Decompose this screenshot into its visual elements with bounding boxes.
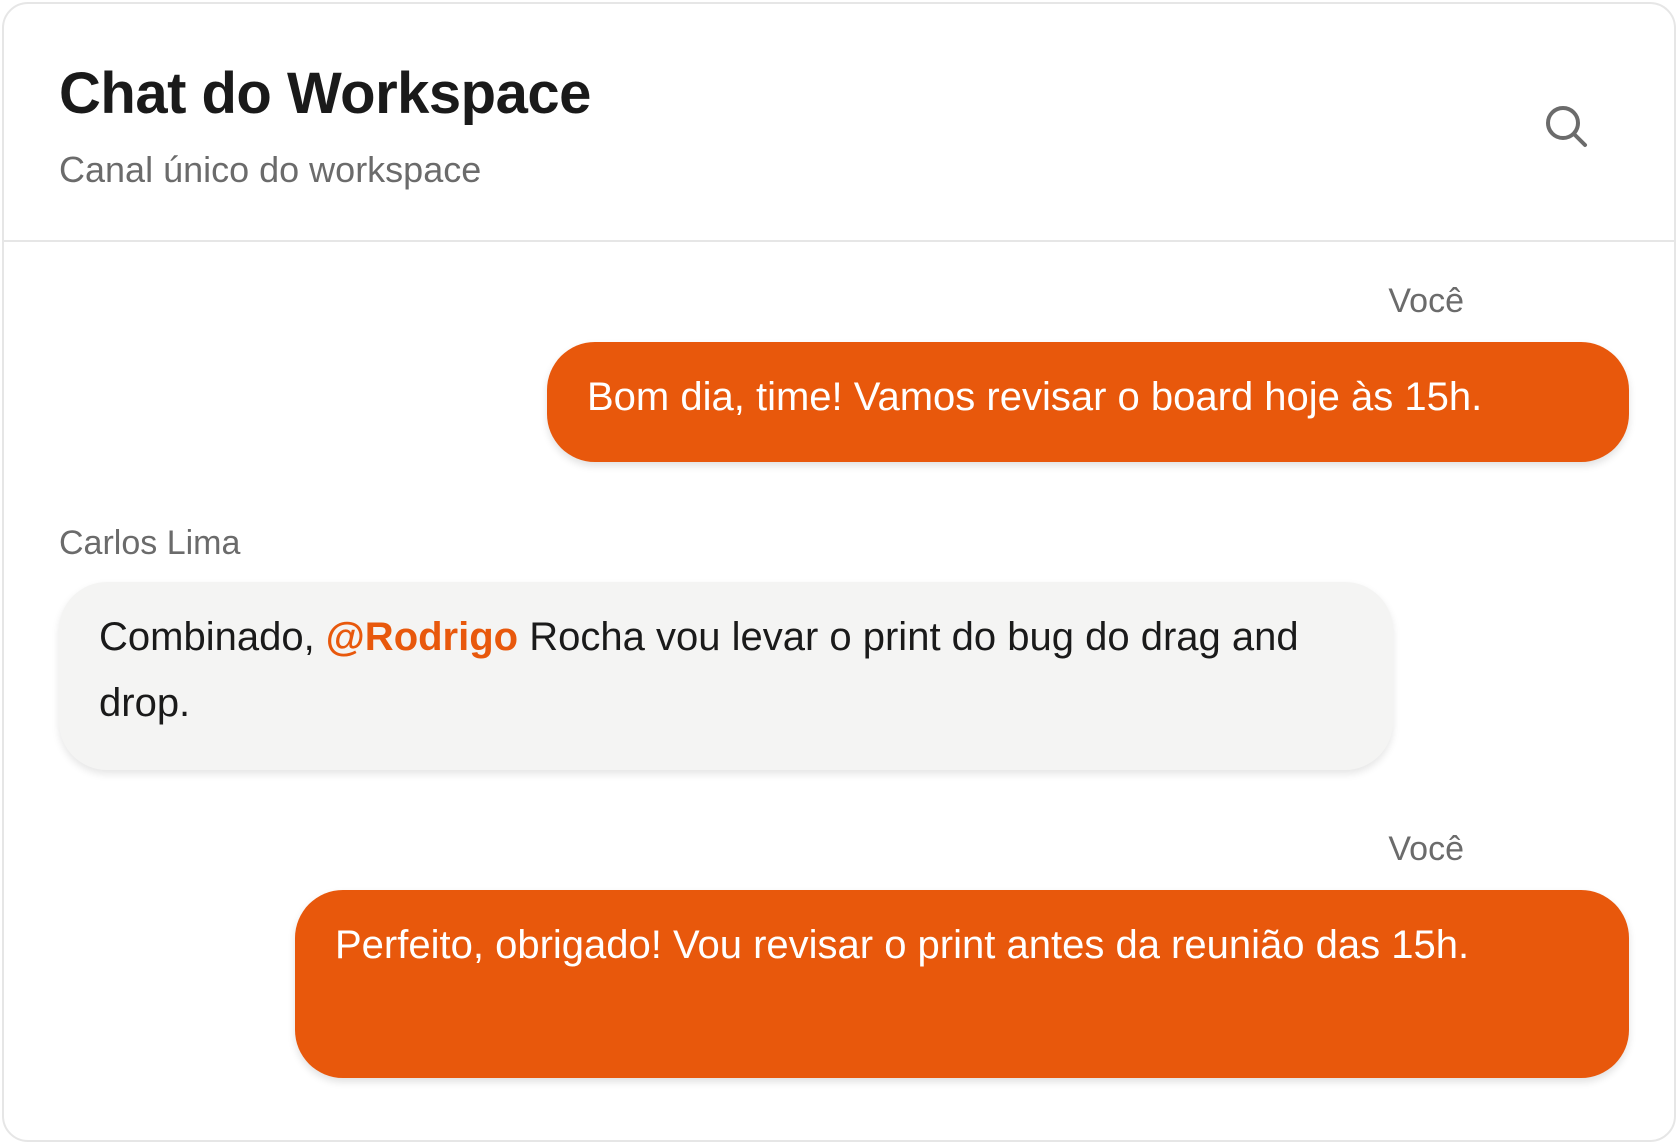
message-bubble-own: Perfeito, obrigado! Vou revisar o print …	[295, 890, 1629, 1078]
message-sender: Você	[1388, 830, 1464, 868]
message-text: Bom dia, time! Vamos revisar o board hoj…	[587, 375, 1483, 419]
user-mention[interactable]: @Rodrigo	[326, 615, 518, 659]
search-icon	[1546, 106, 1587, 147]
message-text-start: Combinado,	[99, 615, 326, 659]
search-button[interactable]	[1534, 94, 1598, 158]
message-text: Perfeito, obrigado! Vou revisar o print …	[335, 923, 1470, 967]
chat-header: Chat do Workspace Canal único do workspa…	[4, 4, 1674, 242]
message-sender: Carlos Lima	[59, 524, 241, 562]
channel-subtitle: Canal único do workspace	[59, 149, 482, 190]
message-bubble-own: Bom dia, time! Vamos revisar o board hoj…	[547, 342, 1629, 462]
message-bubble-incoming: Combinado, @Rodrigo Rocha vou levar o pr…	[59, 582, 1393, 770]
message-sender: Você	[1388, 282, 1464, 320]
message-list: Você Bom dia, time! Vamos revisar o boar…	[4, 242, 1674, 1140]
chat-panel: Chat do Workspace Canal único do workspa…	[2, 2, 1676, 1142]
page-title: Chat do Workspace	[59, 61, 591, 126]
